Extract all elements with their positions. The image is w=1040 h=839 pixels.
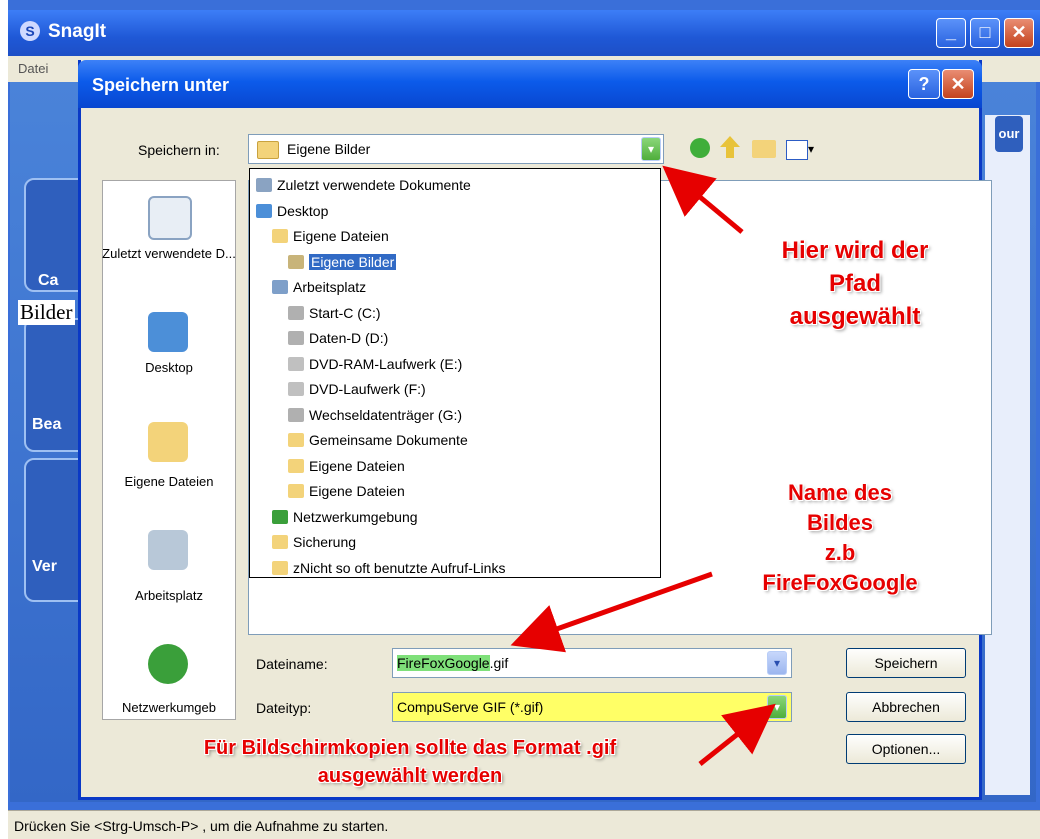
annotation-path: Hier wird der Pfad ausgewählt: [740, 234, 970, 333]
annotation-format: Für Bildschirmkopien sollte das Format .…: [110, 734, 710, 790]
annotation-name-line-4: FireFoxGoogle: [762, 570, 918, 595]
annotation-format-line-1: Für Bildschirmkopien sollte das Format .…: [203, 737, 617, 759]
arrow-path: [662, 165, 744, 234]
annotation-name-line-1: Name des: [788, 480, 892, 505]
annotation-format-line-2: ausgewählt werden: [317, 765, 503, 787]
annotation-arrows: [510, 165, 776, 766]
annotation-name: Name des Bildes z.b FireFoxGoogle: [740, 478, 940, 598]
arrow-filetype: [698, 703, 776, 766]
annotation-name-line-3: z.b: [824, 540, 856, 565]
annotation-path-line-3: ausgewählt: [789, 303, 921, 330]
annotation-path-line-1: Hier wird der: [781, 237, 929, 264]
arrow-filename: [510, 571, 713, 653]
annotation-path-line-2: Pfad: [828, 270, 881, 297]
annotation-name-line-2: Bildes: [806, 510, 874, 535]
